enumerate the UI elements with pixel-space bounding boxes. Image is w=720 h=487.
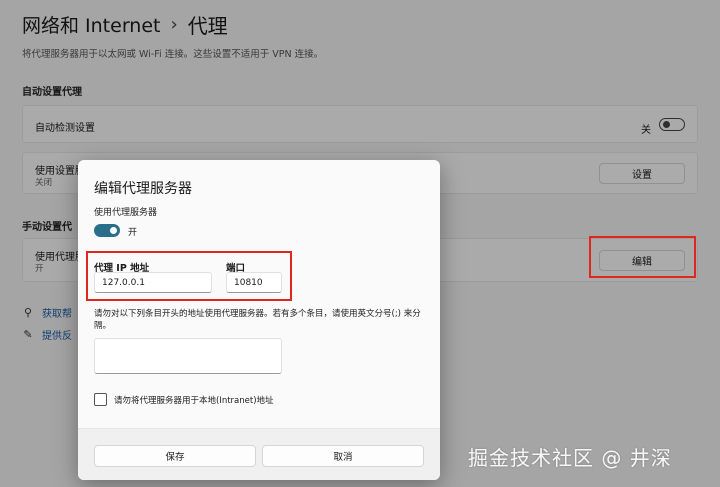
exceptions-input[interactable] [94,338,282,374]
use-proxy-state: 开 [128,228,138,238]
edit-button-highlight [589,236,696,278]
dialog-footer: 保存 取消 [78,428,440,480]
dialog-title: 编辑代理服务器 [94,181,192,197]
exceptions-note: 请勿对以下列条目开头的地址使用代理服务器。若有多个条目，请使用英文分号(;) 来… [94,309,421,331]
watermark: 掘金技术社区 @ 井深 [468,446,672,470]
toggle-knob [110,227,117,234]
save-button[interactable]: 保存 [94,445,256,467]
cancel-button[interactable]: 取消 [262,445,424,467]
edit-proxy-dialog: 编辑代理服务器 使用代理服务器 开 代理 IP 地址 127.0.0.1 端口 … [78,160,440,480]
use-proxy-toggle[interactable] [94,224,120,237]
use-proxy-server-label: 使用代理服务器 [94,208,158,218]
ip-port-highlight [86,251,292,301]
bypass-local-checkbox[interactable] [94,393,107,406]
bypass-local-label: 请勿将代理服务器用于本地(Intranet)地址 [114,396,274,406]
